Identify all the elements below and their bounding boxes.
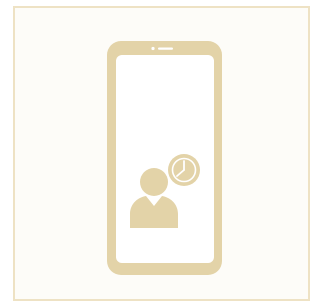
phone-user-clock-illustration bbox=[107, 41, 222, 275]
clock-icon bbox=[168, 154, 200, 186]
smartphone-icon bbox=[107, 41, 222, 275]
